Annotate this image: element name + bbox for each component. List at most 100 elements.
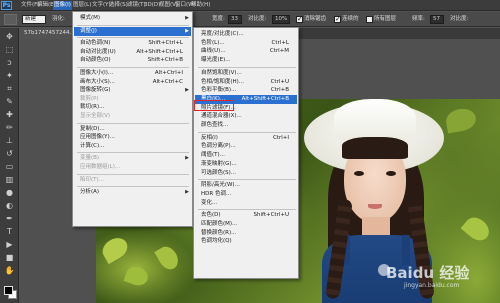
menu-separator	[198, 179, 296, 181]
menu-item-label: 变化...	[201, 199, 218, 206]
lasso-tool-icon[interactable]: ↄ	[4, 58, 15, 68]
menubar-item[interactable]: 图层(L)	[72, 1, 92, 10]
shape-tool-icon[interactable]: ■	[4, 253, 15, 263]
menu-item[interactable]: 替换颜色(R)...	[195, 229, 297, 238]
menu-item[interactable]: 计算(C)...	[74, 142, 191, 151]
contrast-input[interactable]: 10%	[272, 15, 290, 24]
tool-preset-picker[interactable]	[4, 14, 17, 25]
gradient-tool-icon[interactable]: ▥	[4, 175, 15, 185]
eyedropper-tool-icon[interactable]: ✎	[4, 97, 15, 107]
type-tool-icon[interactable]: T	[4, 227, 15, 237]
stamp-tool-icon[interactable]: ⊥	[4, 136, 15, 146]
leaf-shape	[154, 243, 182, 273]
menu-item-shortcut: Shift+Ctrl+U	[253, 212, 289, 219]
menu-separator	[198, 131, 296, 133]
hand-tool-icon[interactable]: ✋	[4, 266, 15, 276]
menu-item-shortcut: Shift+Ctrl+B	[147, 57, 183, 64]
width-input[interactable]: 33	[228, 15, 242, 24]
submenu-arrow-icon: ▶	[185, 15, 189, 21]
path-selection-tool-icon[interactable]: ▶	[4, 240, 15, 250]
magic-wand-tool-icon[interactable]: ✦	[4, 71, 15, 81]
watermark-main-text: Baidu 经验	[386, 264, 470, 282]
menu-item-label: 替换颜色(R)...	[201, 229, 237, 236]
menu-item-label: 色相/饱和度(H)...	[201, 78, 245, 85]
menu-item-label: 陷印(T)...	[80, 176, 104, 183]
menu-item[interactable]: 模式(M) ▶	[74, 14, 191, 23]
menu-item[interactable]: 通道混合器(X)...	[195, 112, 297, 121]
menu-item-label: 自动颜色(O)	[80, 57, 111, 64]
marquee-tool-icon[interactable]: ⬚	[4, 45, 15, 55]
adjustments-submenu: 亮度/对比度(C)... 色阶(L)... Ctrl+L 曲线(U)... Ctrl+M…	[193, 27, 299, 279]
brush-tool-icon[interactable]: ✏	[4, 123, 15, 133]
all-layers-checkbox[interactable]	[366, 16, 373, 23]
move-tool-icon[interactable]: ✥	[4, 32, 15, 42]
anti-alias-label: 消除锯齿	[304, 16, 327, 22]
menu-item-label: 色阶(L)...	[201, 39, 225, 46]
history-brush-tool-icon[interactable]: ↺	[4, 149, 15, 159]
menu-item[interactable]: 色调分离(P)...	[195, 142, 297, 151]
menu-item[interactable]: 可选颜色(S)...	[195, 169, 297, 178]
menu-item-label: 去色(D)	[201, 212, 221, 219]
menu-item[interactable]: 色调均化(Q)	[195, 237, 297, 246]
menu-item[interactable]: 曝光度(E)...	[195, 56, 297, 65]
pen-tool-icon[interactable]: ✒	[4, 214, 15, 224]
contiguous-checkbox[interactable]	[334, 15, 341, 23]
menu-item-label: 曝光度(E)...	[201, 57, 231, 64]
contiguous-label: 连续的	[342, 16, 359, 22]
menu-item[interactable]: HDR 色调...	[195, 190, 297, 199]
bangs-shape	[342, 137, 408, 159]
menubar-item[interactable]: 图像(I)	[53, 1, 72, 10]
menu-item[interactable]: 自动颜色(O) Shift+Ctrl+B	[74, 56, 191, 65]
menu-item[interactable]: 变化...	[195, 199, 297, 208]
menu-item-label: 分析(A)	[80, 189, 100, 196]
menu-item: 应用数据组(L)...	[74, 163, 191, 172]
menu-item-label: 调整(J)	[80, 27, 97, 34]
document-tab[interactable]: 57b1747457244...	[20, 28, 72, 39]
selection-mode-select[interactable]: 新建	[22, 15, 46, 24]
menu-item[interactable]: 自然饱和度(V)...	[195, 69, 297, 78]
menubar-item[interactable]: 帮助(H)	[190, 1, 211, 10]
menu-item-shortcut: Ctrl+M	[269, 48, 289, 55]
menu-item[interactable]: 亮度/对比度(C)...	[195, 30, 297, 39]
healing-tool-icon[interactable]: ✚	[4, 110, 15, 120]
menu-item-label: 色调均化(Q)	[201, 238, 232, 245]
frequency-input[interactable]: 57	[430, 15, 444, 24]
menu-separator	[77, 186, 189, 188]
menu-item[interactable]: 分析(A) ▶	[74, 188, 191, 197]
menu-item[interactable]: 调整(J) ▶	[74, 26, 191, 36]
menu-item[interactable]: 匹配颜色(M)...	[195, 220, 297, 229]
menu-item-label: 计算(C)...	[80, 142, 105, 149]
menu-item[interactable]: 色阶(L)... Ctrl+L	[195, 39, 297, 48]
anti-alias-checkbox[interactable]	[296, 15, 303, 23]
submenu-arrow-icon: ▶	[185, 189, 189, 196]
menu-item-label: 亮度/对比度(C)...	[201, 31, 244, 37]
menu-item[interactable]: 去色(D) Shift+Ctrl+U	[195, 211, 297, 220]
annotation-highlight-box	[194, 100, 234, 111]
crop-tool-icon[interactable]: ⌗	[4, 84, 15, 94]
menu-item[interactable]: 阈值(T)...	[195, 151, 297, 160]
menu-item-label: 颜色查找...	[201, 122, 229, 128]
menu-item[interactable]: 曲线(U)... Ctrl+M	[195, 47, 297, 56]
hat-crown-shape	[334, 99, 416, 141]
eraser-tool-icon[interactable]: ▭	[4, 162, 15, 172]
menu-item[interactable]: 反相(I) Ctrl+I	[195, 134, 297, 143]
foreground-color-swatch[interactable]	[4, 286, 13, 295]
dodge-tool-icon[interactable]: ◐	[4, 201, 15, 211]
menu-item: 显示全部(V)	[74, 112, 191, 121]
menu-item[interactable]: 颜色查找...	[195, 121, 297, 130]
menu-item-shortcut: Ctrl+U	[270, 78, 289, 85]
menu-item-label: 自然饱和度(V)...	[201, 69, 242, 76]
menu-item[interactable]: 渐变映射(G)...	[195, 160, 297, 169]
blur-tool-icon[interactable]: ●	[4, 188, 15, 198]
menu-item[interactable]: 色彩平衡(B)... Ctrl+B	[195, 86, 297, 95]
menu-separator	[77, 152, 189, 154]
menu-item[interactable]: 阴影/高光(W)...	[195, 181, 297, 190]
watermark-sub-text: jingyan.baidu.com	[404, 282, 460, 289]
left-eye-shape	[354, 171, 364, 176]
menu-separator	[77, 37, 189, 39]
menu-item-label: 显示全部(V)	[80, 113, 111, 119]
menu-item[interactable]: 色相/饱和度(H)... Ctrl+U	[195, 78, 297, 87]
menu-item-label: 反相(I)	[201, 134, 218, 141]
menu-item-label: 模式(M)	[80, 15, 101, 21]
frequency-label: 频率:	[412, 16, 425, 22]
